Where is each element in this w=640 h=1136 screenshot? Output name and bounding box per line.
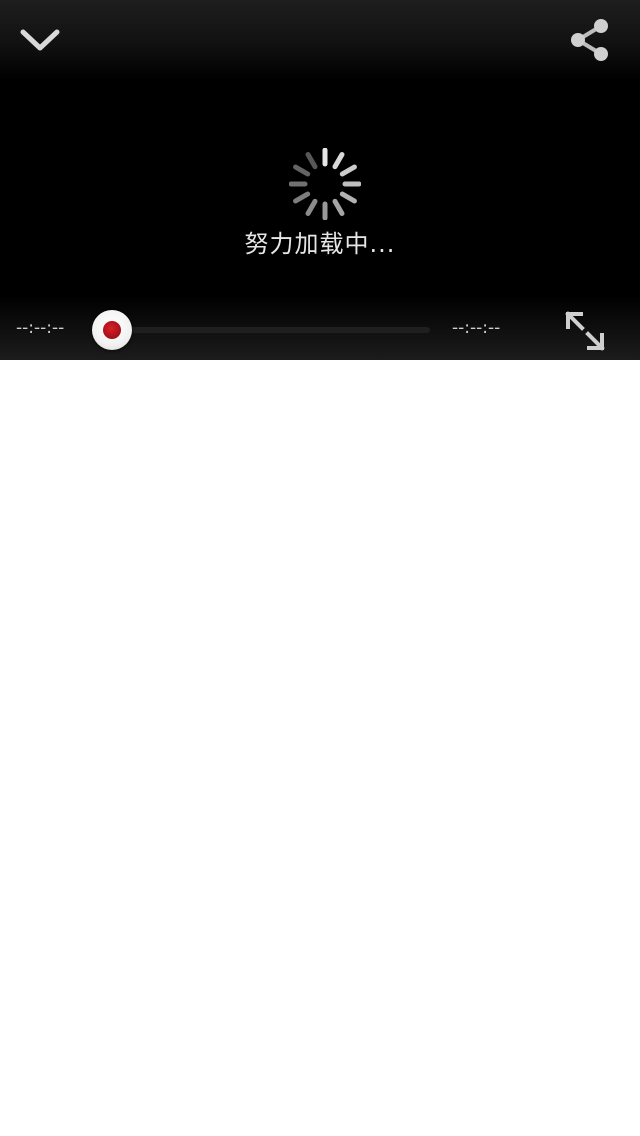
spinner-spoke [332, 198, 345, 216]
spinner-spoke [339, 164, 357, 177]
loading-indicator: 努力加载中... [0, 148, 640, 268]
seek-thumb[interactable] [92, 310, 132, 350]
share-icon [571, 19, 608, 61]
video-player[interactable]: 努力加载中... --:--:-- --:--:-- [0, 0, 640, 360]
spinner-spoke [293, 164, 311, 177]
seek-thumb-dot [103, 321, 121, 339]
player-top-bar [0, 0, 640, 80]
current-time: --:--:-- [16, 318, 65, 338]
collapse-button[interactable] [16, 18, 64, 62]
progress-track[interactable] [112, 327, 430, 333]
spinner-spoke [305, 152, 318, 170]
fullscreen-expand-icon [565, 311, 605, 351]
content-area [0, 360, 640, 1136]
loading-text: 努力加载中... [244, 230, 396, 258]
spinner-spoke [293, 191, 311, 204]
share-button[interactable] [566, 16, 614, 64]
spinner-spoke [339, 191, 357, 204]
player-controls: --:--:-- --:--:-- [0, 296, 640, 360]
fullscreen-button[interactable] [562, 308, 608, 354]
total-time: --:--:-- [452, 318, 501, 338]
spinner-spoke [305, 198, 318, 216]
loading-spinner-icon [289, 148, 361, 220]
spinner-spoke [332, 152, 345, 170]
chevron-down-icon [20, 29, 60, 51]
